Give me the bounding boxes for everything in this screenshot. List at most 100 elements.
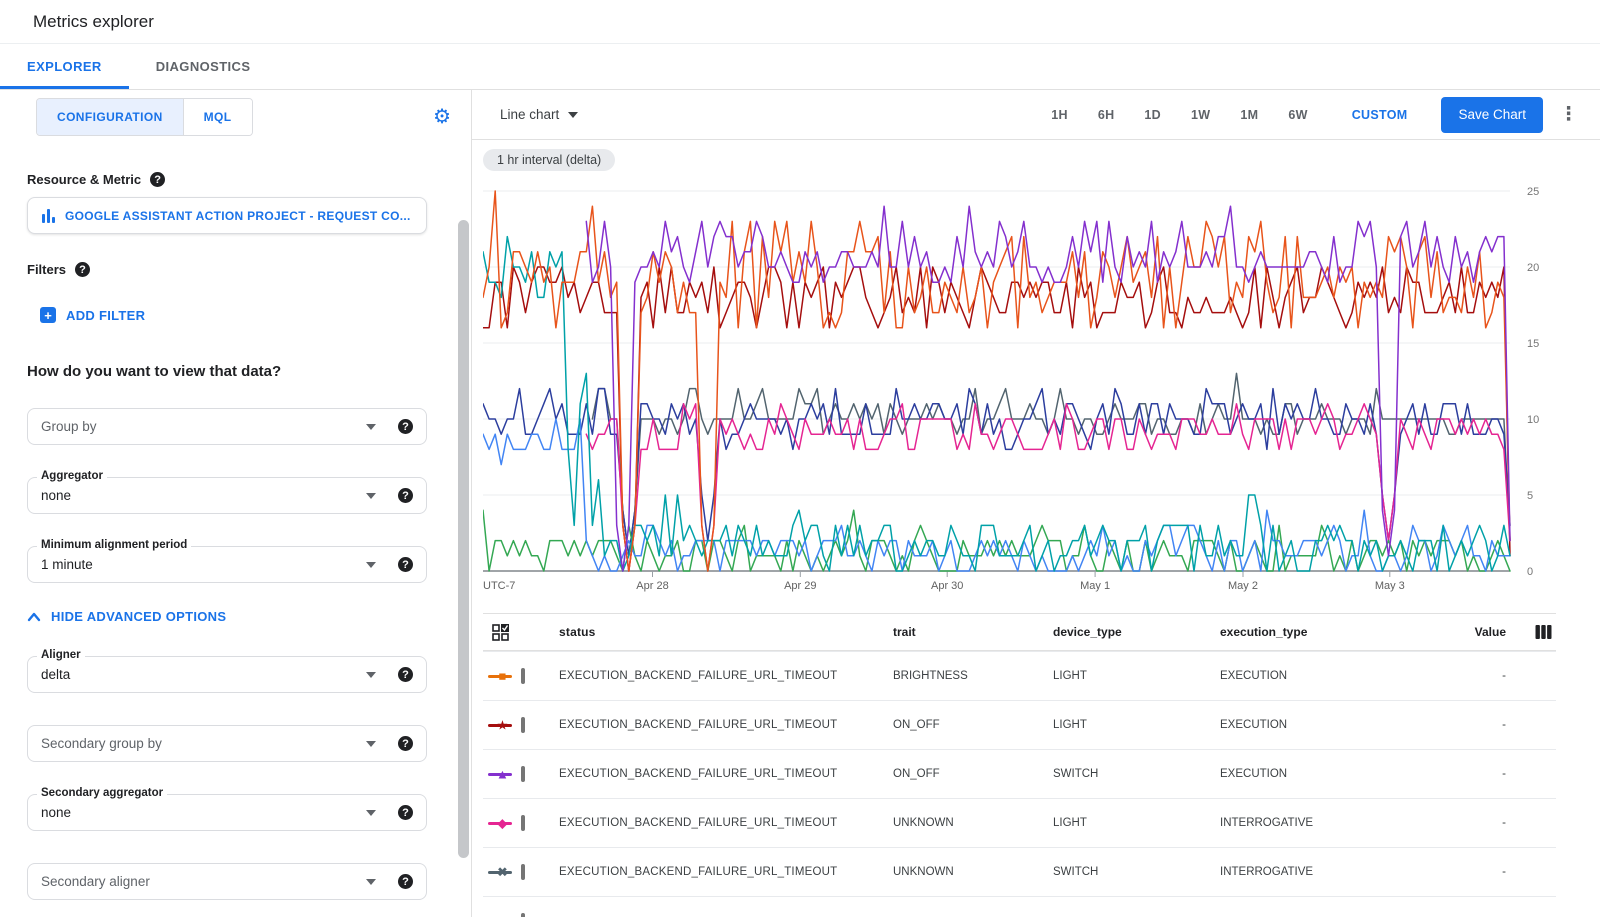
chevron-up-icon bbox=[27, 611, 41, 623]
row-checkbox[interactable] bbox=[521, 913, 525, 917]
line-chart-svg[interactable]: 0510152025Apr 28Apr 29Apr 30May 1May 2Ma… bbox=[483, 179, 1568, 595]
svg-text:25: 25 bbox=[1527, 186, 1539, 198]
help-icon[interactable]: ? bbox=[398, 874, 413, 889]
column-status[interactable]: status bbox=[553, 625, 893, 639]
execution-type-cell: INTERROGATIVE bbox=[1220, 866, 1420, 878]
value-cell: - bbox=[1420, 866, 1510, 878]
trait-cell: BRIGHTNESS bbox=[893, 670, 1053, 682]
help-icon[interactable]: ? bbox=[398, 419, 413, 434]
chevron-down-icon bbox=[366, 562, 376, 568]
secondary-aligner-select[interactable]: Secondary aligner ? bbox=[27, 863, 427, 900]
hide-advanced-options-toggle[interactable]: HIDE ADVANCED OPTIONS bbox=[27, 609, 427, 624]
help-icon[interactable]: ? bbox=[398, 557, 413, 572]
svg-text:5: 5 bbox=[1527, 490, 1533, 502]
chevron-down-icon bbox=[366, 493, 376, 499]
tab-explorer[interactable]: EXPLORER bbox=[0, 44, 129, 89]
aligner-select[interactable]: Aligner delta ? bbox=[27, 656, 427, 693]
trait-cell: UNKNOWN bbox=[893, 866, 1053, 878]
secondary-aggregator-select[interactable]: Secondary aggregator none ? bbox=[27, 794, 427, 831]
value-cell: - bbox=[1420, 719, 1510, 731]
svg-text:Apr 29: Apr 29 bbox=[784, 580, 816, 592]
table-row: ◆ EXECUTION_BACKEND_FAILURE_URL_TIMEOUT … bbox=[483, 798, 1556, 847]
help-icon[interactable]: ? bbox=[398, 488, 413, 503]
aggregator-select[interactable]: Aggregator none ? bbox=[27, 477, 427, 514]
help-icon[interactable]: ? bbox=[398, 736, 413, 751]
tab-diagnostics[interactable]: DIAGNOSTICS bbox=[129, 44, 278, 89]
panel-scrollbar[interactable] bbox=[458, 220, 469, 858]
status-cell: EXECUTION_BACKEND_FAILURE_URL_TIMEOUT bbox=[553, 670, 893, 682]
mode-configuration-button[interactable]: CONFIGURATION bbox=[37, 99, 183, 135]
table-row: ★ EXECUTION_BACKEND_FAILURE_URL_TIMEOUT … bbox=[483, 700, 1556, 749]
chevron-down-icon bbox=[568, 112, 578, 118]
resource-metric-section: Resource & Metric ? bbox=[27, 172, 427, 187]
help-icon[interactable]: ? bbox=[150, 172, 165, 187]
row-checkbox[interactable] bbox=[521, 668, 525, 684]
resource-metric-chip[interactable]: GOOGLE ASSISTANT ACTION PROJECT - REQUES… bbox=[27, 197, 427, 234]
min-alignment-select[interactable]: Minimum alignment period 1 minute ? bbox=[27, 546, 427, 583]
column-execution-type[interactable]: execution_type bbox=[1220, 625, 1420, 639]
svg-text:10: 10 bbox=[1527, 414, 1539, 426]
page-title: Metrics explorer bbox=[33, 12, 154, 32]
mode-configuration-label: CONFIGURATION bbox=[57, 110, 163, 124]
range-6h-button[interactable]: 6H bbox=[1098, 108, 1115, 122]
range-1m-button[interactable]: 1M bbox=[1240, 108, 1258, 122]
row-checkbox[interactable] bbox=[521, 815, 525, 831]
help-icon[interactable]: ? bbox=[398, 667, 413, 682]
device-type-cell: LIGHT bbox=[1053, 817, 1220, 829]
chart-type-dropdown[interactable]: Line chart bbox=[500, 107, 578, 122]
series-marker-icon: ★ bbox=[488, 717, 512, 733]
time-range-selector: 1H 6H 1D 1W 1M 6W CUSTOM bbox=[1051, 108, 1407, 122]
svg-text:Apr 28: Apr 28 bbox=[636, 580, 668, 592]
more-options-icon[interactable]: ⋮ bbox=[1559, 103, 1578, 126]
range-1h-button[interactable]: 1H bbox=[1051, 108, 1068, 122]
plus-icon: + bbox=[40, 307, 56, 323]
select-all-icon[interactable] bbox=[492, 624, 509, 641]
row-checkbox[interactable] bbox=[521, 717, 525, 733]
bar-chart-icon bbox=[42, 209, 55, 223]
chevron-down-icon bbox=[366, 879, 376, 885]
execution-type-cell: EXECUTION bbox=[1220, 768, 1420, 780]
chart-type-label: Line chart bbox=[500, 107, 559, 122]
range-1w-button[interactable]: 1W bbox=[1191, 108, 1210, 122]
trait-cell: ON_OFF bbox=[893, 719, 1053, 731]
column-device-type[interactable]: device_type bbox=[1053, 625, 1220, 639]
filters-section: Filters ? bbox=[27, 262, 427, 277]
min-alignment-value: 1 minute bbox=[41, 557, 93, 572]
group-by-select[interactable]: Group by ? bbox=[27, 408, 427, 445]
settings-gear-icon[interactable]: ⚙ bbox=[433, 107, 451, 127]
help-icon[interactable]: ? bbox=[75, 262, 90, 277]
columns-icon[interactable] bbox=[1535, 624, 1552, 640]
range-custom-button[interactable]: CUSTOM bbox=[1352, 108, 1408, 122]
title-bar: Metrics explorer bbox=[0, 0, 1600, 44]
svg-text:0: 0 bbox=[1527, 566, 1533, 578]
column-value[interactable]: Value bbox=[1420, 625, 1510, 639]
status-cell: EXECUTION_BACKEND_FAILURE_URL_TIMEOUT bbox=[553, 817, 893, 829]
table-row: ✖ EXECUTION_BACKEND_FAILURE_URL_TIMEOUT … bbox=[483, 847, 1556, 896]
chevron-down-icon bbox=[366, 810, 376, 816]
config-toolbar: CONFIGURATION MQL ⚙ bbox=[0, 90, 471, 136]
trait-cell: UNKNOWN bbox=[893, 817, 1053, 829]
tab-explorer-label: EXPLORER bbox=[27, 59, 102, 74]
secondary-aggregator-value: none bbox=[41, 805, 71, 820]
add-filter-button[interactable]: + ADD FILTER bbox=[27, 307, 427, 323]
svg-text:UTC-7: UTC-7 bbox=[483, 580, 515, 592]
metrics-explorer-app: Metrics explorer EXPLORER DIAGNOSTICS CO… bbox=[0, 0, 1600, 917]
help-icon[interactable]: ? bbox=[398, 805, 413, 820]
value-cell: - bbox=[1420, 817, 1510, 829]
device-type-cell: LIGHT bbox=[1053, 719, 1220, 731]
range-1d-button[interactable]: 1D bbox=[1144, 108, 1161, 122]
svg-text:20: 20 bbox=[1527, 262, 1539, 274]
chevron-down-icon bbox=[366, 741, 376, 747]
secondary-group-by-select[interactable]: Secondary group by ? bbox=[27, 725, 427, 762]
row-checkbox[interactable] bbox=[521, 864, 525, 880]
status-cell: EXECUTION_BACKEND_FAILURE_URL_TIMEOUT bbox=[553, 768, 893, 780]
column-trait[interactable]: trait bbox=[893, 625, 1053, 639]
svg-text:May 1: May 1 bbox=[1080, 580, 1110, 592]
mode-mql-button[interactable]: MQL bbox=[183, 99, 252, 135]
device-type-cell: SWITCH bbox=[1053, 768, 1220, 780]
range-6w-button[interactable]: 6W bbox=[1288, 108, 1307, 122]
row-checkbox[interactable] bbox=[521, 766, 525, 782]
value-cell: - bbox=[1420, 670, 1510, 682]
svg-text:May 3: May 3 bbox=[1375, 580, 1405, 592]
save-chart-button[interactable]: Save Chart bbox=[1441, 97, 1543, 133]
